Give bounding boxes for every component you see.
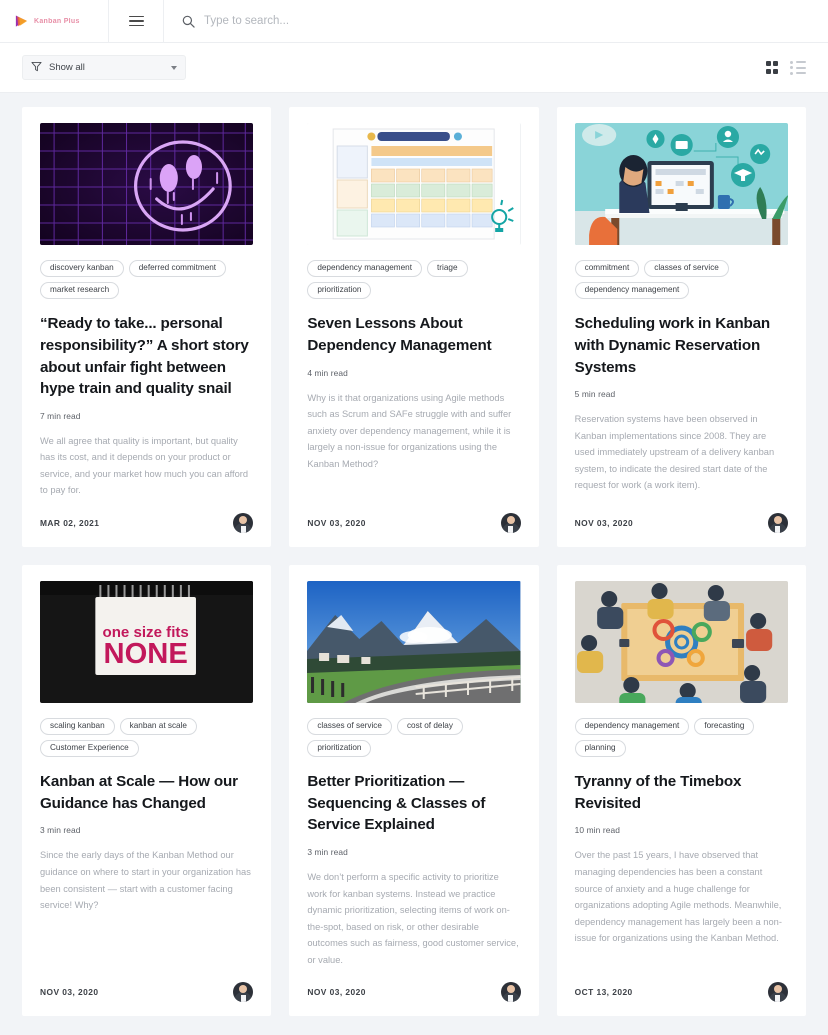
tag[interactable]: commitment	[574, 260, 640, 278]
publish-date: OCT 13, 2020	[574, 987, 633, 998]
article-thumbnail	[40, 123, 254, 245]
article-thumbnail	[307, 580, 521, 703]
article-excerpt: We all agree that quality is important, …	[40, 435, 249, 496]
avatar[interactable]	[233, 982, 254, 1003]
avatar[interactable]	[500, 512, 521, 533]
tag[interactable]: planning	[574, 740, 626, 758]
search-input[interactable]	[204, 15, 464, 27]
tag[interactable]: dependency management	[574, 717, 690, 736]
brand-name: Kanban Plus	[34, 17, 80, 25]
avatar[interactable]	[233, 512, 254, 533]
tag-list: discovery kanban deferred commitment mar…	[40, 260, 253, 300]
show-all-filter-dropdown[interactable]: Show all	[22, 55, 186, 80]
tag-list: commitment classes of service dependency…	[574, 260, 788, 300]
brand-logo[interactable]: Kanban Plus	[0, 14, 108, 29]
publish-date: NOV 03, 2020	[40, 987, 99, 998]
article-excerpt: Reservation systems have been observed i…	[574, 414, 775, 491]
filter-toolbar: Show all	[0, 43, 828, 93]
read-time: 3 min read	[40, 825, 81, 836]
filter-label: Show all	[49, 62, 85, 73]
card-footer: NOV 03, 2020	[307, 968, 521, 1003]
tag[interactable]: scaling kanban	[40, 717, 115, 736]
read-time: 7 min read	[40, 410, 81, 421]
article-title[interactable]: Better Prioritization — Sequencing & Cla…	[307, 771, 520, 836]
list-view-icon[interactable]	[790, 61, 806, 75]
article-thumbnail	[307, 123, 521, 245]
read-time: 10 min read	[574, 825, 620, 836]
tag-list: scaling kanban kanban at scale Customer …	[40, 717, 253, 758]
publish-date: NOV 03, 2020	[307, 987, 366, 998]
grid-view-icon[interactable]	[765, 61, 778, 74]
tag[interactable]: deferred commitment	[128, 260, 227, 278]
publish-date: MAR 02, 2021	[40, 517, 100, 528]
view-toggle-group	[765, 61, 807, 75]
article-grid: discovery kanban deferred commitment mar…	[0, 93, 828, 1035]
card-footer: NOV 03, 2020	[575, 499, 788, 533]
article-card[interactable]: dependency management triage prioritizat…	[289, 107, 539, 547]
filter-icon	[31, 59, 42, 77]
tag[interactable]: dependency management	[307, 260, 423, 278]
tag[interactable]: classes of service	[644, 260, 729, 278]
read-time: 5 min read	[574, 389, 616, 400]
tag-list: classes of service cost of delay priorit…	[307, 717, 520, 758]
card-footer: NOV 03, 2020	[307, 499, 521, 533]
tag-list: dependency management forecasting planni…	[574, 717, 788, 758]
article-title[interactable]: Tyranny of the Timebox Revisited	[575, 771, 788, 814]
search-icon	[182, 15, 195, 28]
tag[interactable]: market research	[40, 282, 120, 300]
article-excerpt: Since the early days of the Kanban Metho…	[40, 850, 251, 911]
tag[interactable]: kanban at scale	[119, 717, 197, 736]
tag[interactable]: prioritization	[307, 282, 372, 300]
chevron-down-icon	[171, 65, 177, 70]
card-footer: MAR 02, 2021	[40, 499, 254, 533]
article-title[interactable]: “Ready to take... personal responsibilit…	[40, 313, 253, 399]
article-title[interactable]: Seven Lessons About Dependency Managemen…	[307, 313, 520, 356]
article-excerpt: Over the past 15 years, I have observed …	[574, 850, 782, 944]
top-bar: Kanban Plus	[0, 0, 828, 43]
article-card[interactable]: commitment classes of service dependency…	[556, 107, 806, 547]
article-card[interactable]: dependency management forecasting planni…	[556, 564, 806, 1017]
avatar[interactable]	[767, 512, 788, 533]
article-card[interactable]: discovery kanban deferred commitment mar…	[22, 107, 272, 547]
article-title[interactable]: Kanban at Scale — How our Guidance has C…	[40, 771, 253, 814]
read-time: 4 min read	[307, 367, 348, 378]
tag[interactable]: cost of delay	[396, 717, 463, 736]
tag[interactable]: prioritization	[307, 740, 372, 758]
article-title[interactable]: Scheduling work in Kanban with Dynamic R…	[575, 313, 788, 378]
article-excerpt: We don’t perform a specific activity to …	[307, 872, 519, 965]
hamburger-icon[interactable]	[109, 0, 163, 43]
card-footer: NOV 03, 2020	[40, 968, 254, 1003]
publish-date: NOV 03, 2020	[307, 517, 366, 528]
search-bar[interactable]	[164, 0, 828, 43]
svg-text:NONE: NONE	[104, 638, 188, 670]
tag[interactable]: Customer Experience	[40, 740, 139, 758]
article-thumbnail	[574, 123, 788, 245]
tag[interactable]: discovery kanban	[40, 260, 124, 278]
avatar[interactable]	[500, 982, 521, 1003]
tag[interactable]: triage	[427, 260, 468, 278]
article-excerpt: Why is it that organizations using Agile…	[307, 392, 512, 469]
tag[interactable]: classes of service	[307, 717, 392, 736]
tag-list: dependency management triage prioritizat…	[307, 260, 520, 300]
article-thumbnail	[574, 580, 788, 703]
tag[interactable]: forecasting	[694, 717, 755, 736]
read-time: 3 min read	[307, 847, 348, 858]
tag[interactable]: dependency management	[574, 282, 690, 300]
avatar[interactable]	[767, 982, 788, 1003]
publish-date: NOV 03, 2020	[574, 517, 634, 528]
logo-icon	[14, 14, 29, 29]
article-card[interactable]: classes of service cost of delay priorit…	[289, 564, 539, 1017]
article-card[interactable]: one size fits NONE scaling kanban kanban…	[22, 564, 272, 1017]
article-thumbnail: one size fits NONE	[40, 580, 254, 703]
card-footer: OCT 13, 2020	[574, 968, 788, 1003]
